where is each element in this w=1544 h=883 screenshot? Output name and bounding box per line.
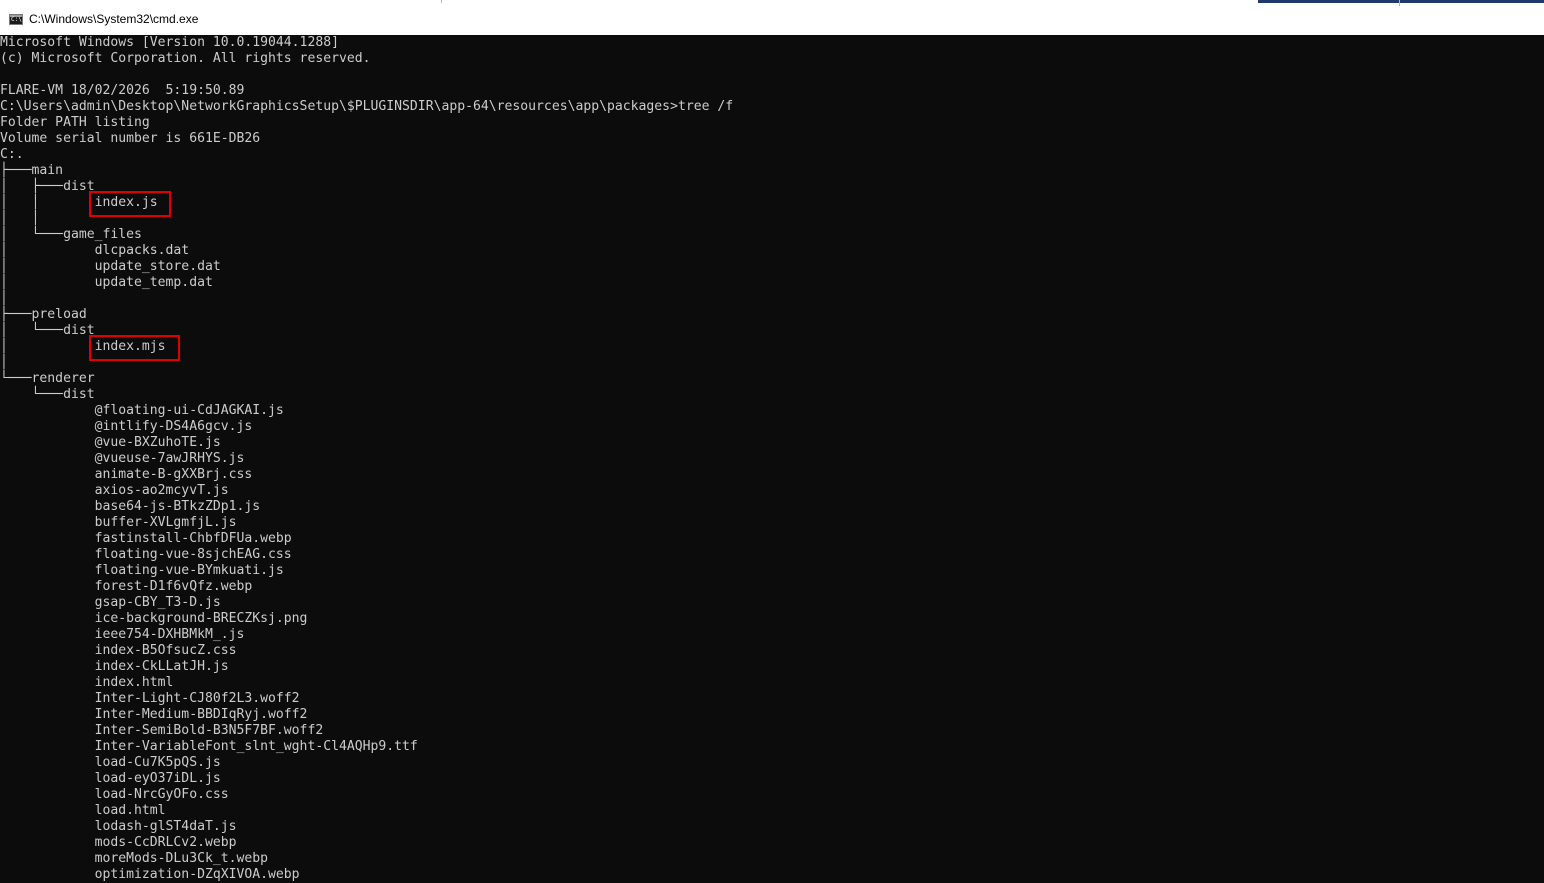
console-line: Inter-Light-CJ80f2L3.woff2 [0,691,300,706]
title-separator [1399,0,1400,6]
console-line: @vue-BXZuhoTE.js [0,435,221,450]
console-line: │ │ index.js [0,195,158,210]
console-line: @floating-ui-CdJAGKAI.js [0,403,284,418]
title-bar[interactable]: C:\Windows\System32\cmd.exe [0,0,1544,35]
taskbar-edge [1258,0,1544,3]
console-line: floating-vue-BYmkuati.js [0,563,284,578]
window-title: C:\Windows\System32\cmd.exe [29,12,199,26]
console-line: (c) Microsoft Corporation. All rights re… [0,51,371,66]
console-line: moreMods-DLu3Ck_t.webp [0,851,269,866]
console-line: Inter-VariableFont_slnt_wght-Cl4AQHp9.tt… [0,739,418,754]
console-line: forest-D1f6vQfz.webp [0,579,253,594]
console-line: ├───main [0,163,64,178]
console-line: │ ├───dist [0,179,95,194]
console-line: ieee754-DXHBMkM_.js [0,627,245,642]
console-line: base64-js-BTkzZDp1.js [0,499,261,514]
console-line: load-NrcGyOFo.css [0,787,229,802]
console-line: ice-background-BRECZKsj.png [0,611,308,626]
console-line: mods-CcDRLCv2.webp [0,835,237,850]
console-line: │ └───game_files [0,227,142,242]
console-line: index.html [0,675,174,690]
console-line: Folder PATH listing [0,115,150,130]
console-line: │ [0,355,8,370]
console-line: index-CkLLatJH.js [0,659,229,674]
title-separator-left [441,0,442,3]
console-line: @intlify-DS4A6gcv.js [0,419,253,434]
console-line: animate-B-gXXBrj.css [0,467,253,482]
console-line: lodash-glST4daT.js [0,819,237,834]
console-line: axios-ao2mcyvT.js [0,483,229,498]
console-line: └───dist [0,387,95,402]
console-line: │ update_temp.dat [0,275,213,290]
console-line: optimization-DZqXIVOA.webp [0,867,300,882]
console-line: │ index.mjs [0,339,166,354]
console-line: │ │ [0,211,40,226]
console-line: │ dlcpacks.dat [0,243,190,258]
console-output[interactable]: Microsoft Windows [Version 10.0.19044.12… [0,36,1544,883]
console-line: fastinstall-ChbfDFUa.webp [0,531,292,546]
console-line: Microsoft Windows [Version 10.0.19044.12… [0,36,339,50]
console-line: Inter-SemiBold-B3N5F7BF.woff2 [0,723,324,738]
console-line: FLARE-VM 18/02/2026 5:19:50.89 [0,83,245,98]
console-line: ├───preload [0,307,87,322]
console-line: floating-vue-8sjchEAG.css [0,547,292,562]
console-line: index-B5OfsucZ.css [0,643,237,658]
console-line: load-Cu7K5pQS.js [0,755,221,770]
console-line: │ update_store.dat [0,259,221,274]
console-line: │ └───dist [0,323,95,338]
console-line: buffer-XVLgmfjL.js [0,515,237,530]
console-line: Inter-Medium-BBDIqRyj.woff2 [0,707,308,722]
console-line: load.html [0,803,166,818]
console-line: C:\Users\admin\Desktop\NetworkGraphicsSe… [0,99,734,114]
console-line: @vueuse-7awJRHYS.js [0,451,245,466]
cmd-icon [9,14,23,25]
console-line: load-eyO37iDL.js [0,771,221,786]
console-line: gsap-CBY_T3-D.js [0,595,221,610]
cmd-window: C:\Windows\System32\cmd.exe Microsoft Wi… [0,0,1544,883]
console-line: │ [0,291,8,306]
console-line: Volume serial number is 661E-DB26 [0,131,261,146]
console-line: C:. [0,147,24,162]
console-line: └───renderer [0,371,95,386]
